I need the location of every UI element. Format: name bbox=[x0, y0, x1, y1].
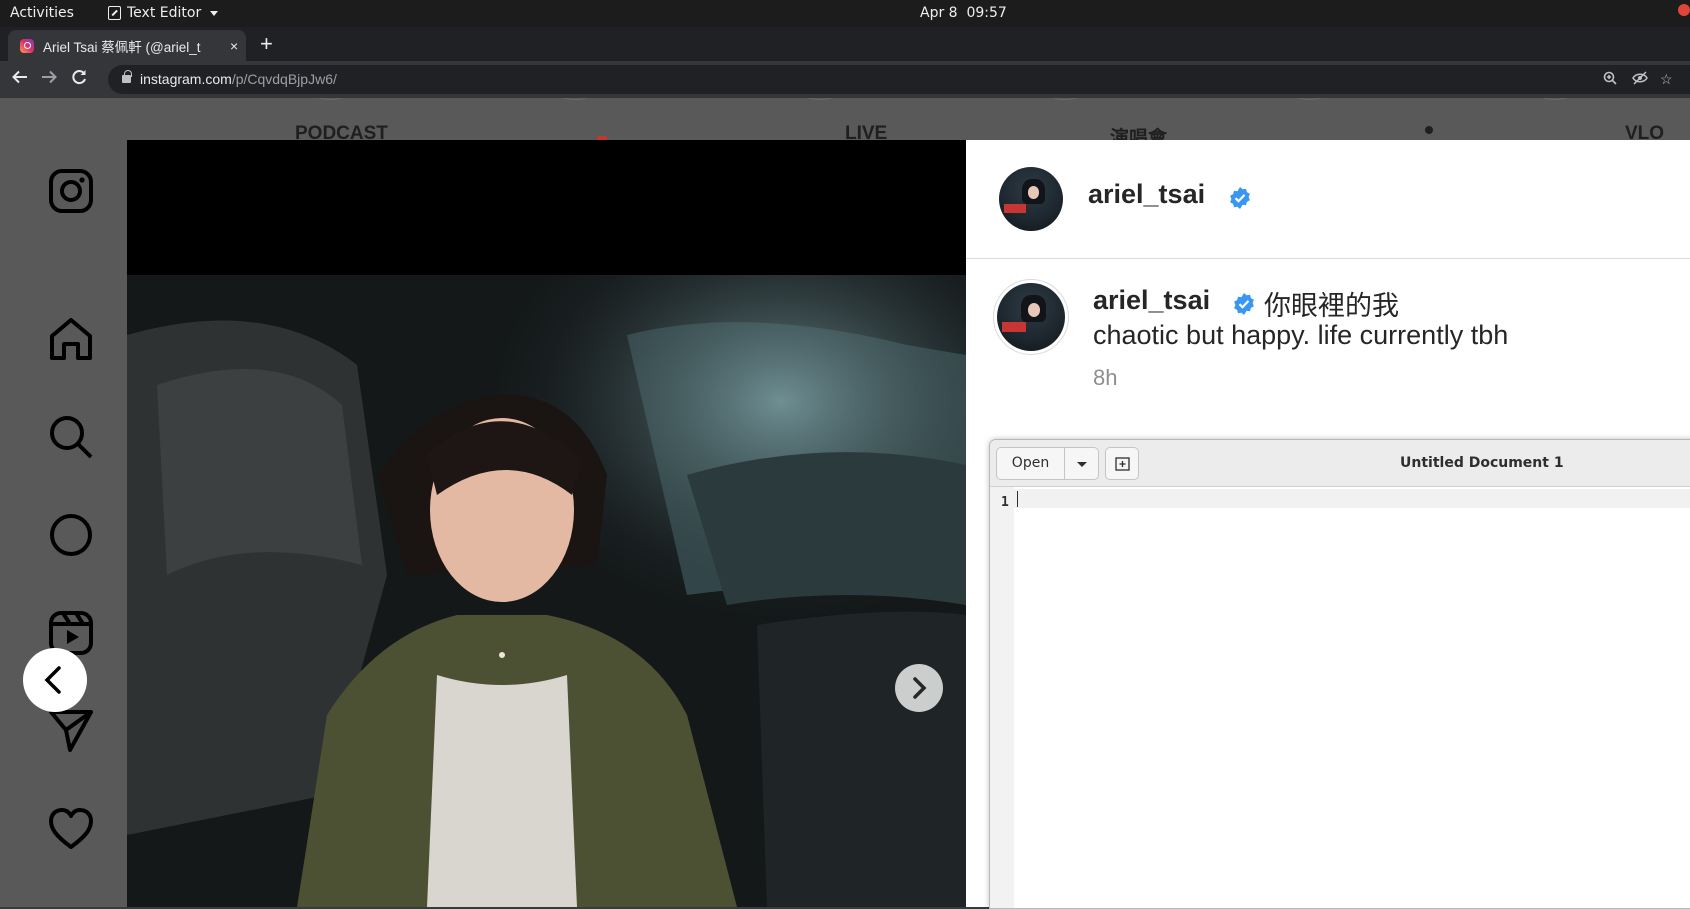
clock-time: 09:57 bbox=[966, 5, 1007, 21]
eye-slash-icon[interactable] bbox=[1632, 71, 1648, 88]
tab-title: Ariel Tsai 蔡佩軒 (@ariel_t bbox=[43, 39, 201, 55]
heart-icon[interactable] bbox=[48, 806, 94, 852]
post-author-username[interactable]: ariel_tsai bbox=[1088, 179, 1205, 210]
caption-username[interactable]: ariel_tsai bbox=[1093, 285, 1210, 316]
chevron-right-icon bbox=[913, 677, 927, 699]
activities-button[interactable]: Activities bbox=[10, 5, 74, 21]
instagram-favicon-icon bbox=[20, 38, 34, 53]
new-document-button[interactable] bbox=[1105, 447, 1139, 480]
browser-tab-strip: Ariel Tsai 蔡佩軒 (@ariel_t × + bbox=[0, 27, 1690, 61]
post-media[interactable] bbox=[127, 140, 966, 907]
line-number: 1 bbox=[1001, 495, 1009, 510]
story-label-dot bbox=[1425, 126, 1433, 134]
zoom-icon[interactable] bbox=[1603, 71, 1617, 88]
verified-badge-icon bbox=[1234, 293, 1254, 315]
avatar[interactable] bbox=[999, 167, 1063, 231]
explore-icon[interactable] bbox=[48, 512, 94, 558]
star-icon[interactable]: ☆ bbox=[1660, 71, 1673, 88]
text-editor-headerbar: Open Untitled Document 1 bbox=[990, 440, 1690, 487]
new-tab-icon bbox=[1115, 457, 1130, 471]
post-photo[interactable] bbox=[127, 275, 966, 907]
story-highlight-ring[interactable] bbox=[1515, 98, 1595, 100]
text-editor-window[interactable]: Open Untitled Document 1 1 bbox=[989, 439, 1690, 909]
system-top-bar: Activities Text Editor Apr 8 09:57 bbox=[0, 0, 1690, 778]
caption-body: chaotic but happy. life currently tbh bbox=[1093, 320, 1509, 350]
new-tab-button[interactable]: + bbox=[260, 31, 273, 57]
clock[interactable]: Apr 8 09:57 bbox=[920, 5, 1007, 778]
photo-illustration bbox=[127, 275, 966, 907]
forward-button[interactable] bbox=[40, 68, 58, 91]
post-timestamp[interactable]: 8h bbox=[1093, 365, 1117, 391]
document-title: Untitled Document 1 bbox=[1400, 455, 1564, 471]
verified-badge-icon bbox=[1230, 187, 1250, 209]
reload-button[interactable] bbox=[70, 68, 88, 91]
search-icon[interactable] bbox=[48, 414, 94, 460]
story-highlight-ring[interactable] bbox=[1025, 98, 1105, 100]
story-highlights-row: PODCAST LIVE 演唱會 VLO bbox=[135, 98, 1690, 149]
url-text[interactable]: instagram.com/p/CqvdqBjpJw6/ bbox=[140, 71, 337, 87]
current-line-highlight bbox=[1014, 489, 1690, 508]
carousel-next-button[interactable] bbox=[895, 664, 943, 712]
clock-date: Apr 8 bbox=[920, 5, 958, 21]
system-status-icon[interactable] bbox=[1678, 4, 1690, 16]
browser-toolbar: instagram.com/p/CqvdqBjpJw6/ ☆ bbox=[0, 61, 1690, 98]
instagram-logo-icon[interactable] bbox=[48, 168, 94, 214]
browser-tab[interactable]: Ariel Tsai 蔡佩軒 (@ariel_t × bbox=[8, 30, 246, 61]
address-bar[interactable]: instagram.com/p/CqvdqBjpJw6/ ☆ bbox=[108, 65, 1690, 94]
story-highlight-ring[interactable] bbox=[535, 98, 615, 100]
app-menu-label: Text Editor bbox=[127, 5, 202, 21]
lock-icon[interactable] bbox=[122, 70, 132, 83]
header-divider bbox=[966, 258, 1690, 259]
story-highlight-ring[interactable] bbox=[1270, 98, 1350, 100]
text-editor-icon bbox=[108, 6, 121, 20]
open-menu-button[interactable] bbox=[1064, 447, 1099, 480]
text-cursor bbox=[1017, 491, 1018, 507]
home-icon[interactable] bbox=[48, 316, 94, 362]
direct-message-icon[interactable] bbox=[48, 708, 94, 754]
story-highlight-ring[interactable] bbox=[290, 98, 370, 100]
close-tab-button[interactable]: × bbox=[230, 38, 238, 54]
arrow-left-icon bbox=[12, 70, 27, 84]
chevron-left-icon bbox=[44, 666, 61, 694]
previous-post-button[interactable] bbox=[23, 648, 87, 712]
chevron-down-icon bbox=[210, 10, 219, 16]
reload-icon bbox=[72, 70, 86, 85]
open-button[interactable]: Open bbox=[996, 447, 1065, 480]
caption-avatar[interactable] bbox=[997, 283, 1065, 351]
caption-title: 你眼裡的我 bbox=[1264, 291, 1399, 321]
app-menu[interactable]: Text Editor bbox=[108, 5, 219, 21]
arrow-right-icon bbox=[42, 70, 57, 84]
line-number-gutter bbox=[990, 487, 1014, 908]
story-highlight-ring[interactable] bbox=[780, 98, 860, 100]
back-button[interactable] bbox=[11, 68, 29, 91]
